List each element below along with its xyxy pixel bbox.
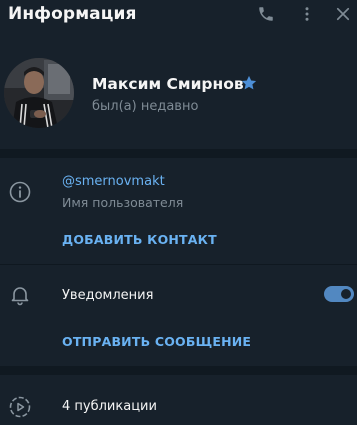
section-divider [0,149,357,158]
star-icon [240,74,258,92]
row-divider [0,264,357,265]
close-icon[interactable] [333,4,353,24]
header: Информация [0,0,357,30]
notifications-label: Уведомления [62,288,154,303]
stories-play-icon [8,395,32,419]
username-link[interactable]: @smernovmakt [62,174,165,189]
phone-icon[interactable] [256,4,276,24]
profile-block: Максим Смирнов был(а) недавно [0,46,357,146]
section-divider [0,366,357,375]
add-contact-button[interactable]: ДОБАВИТЬ КОНТАКТ [62,232,217,247]
user-info-panel: Информация Максим Смирнов был(а) недавно… [0,0,357,425]
info-icon [8,180,32,204]
notifications-toggle[interactable] [324,286,354,302]
profile-name: Максим Смирнов [92,75,244,93]
last-seen-status: был(а) недавно [92,99,199,114]
more-vertical-icon[interactable] [297,4,317,24]
panel-title: Информация [8,4,137,24]
send-message-button[interactable]: ОТПРАВИТЬ СООБЩЕНИЕ [62,334,251,349]
toggle-knob [339,287,353,301]
bell-icon [8,283,32,307]
username-label: Имя пользователя [62,195,184,210]
posts-link[interactable]: 4 публикации [62,399,157,414]
avatar[interactable] [4,58,74,128]
